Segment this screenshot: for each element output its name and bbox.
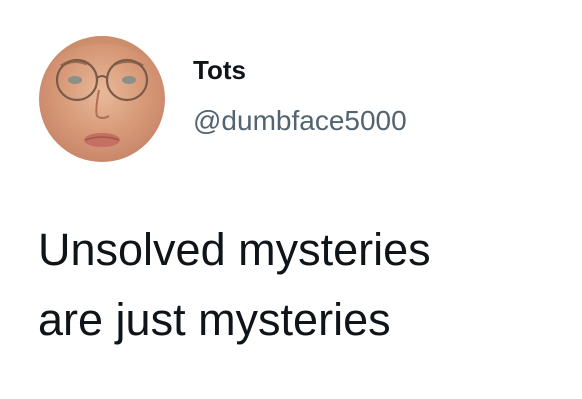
tweet-text-line: are just mysteries [38, 294, 391, 345]
user-handle[interactable]: @dumbface5000 [193, 104, 407, 138]
display-name[interactable]: Tots [193, 54, 246, 86]
tweet-text-line: Unsolved mysteries [38, 224, 431, 275]
tweet-card: Tots @dumbface5000 Unsolved mysteries ar… [0, 0, 582, 399]
avatar[interactable] [39, 36, 165, 162]
tweet-text: Unsolved mysteries are just mysteries [38, 215, 578, 355]
profile-photo-icon [39, 36, 165, 147]
